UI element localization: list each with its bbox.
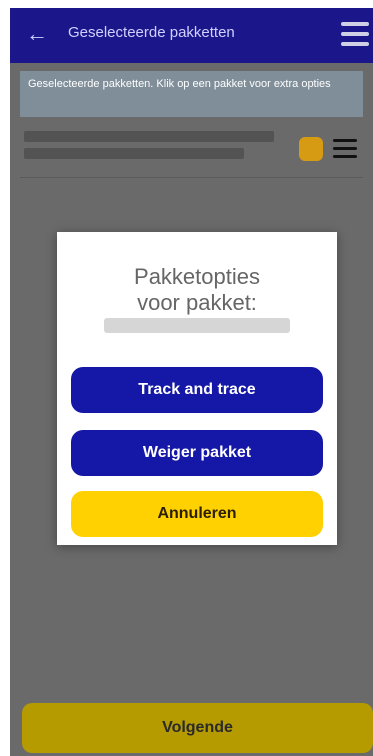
track-and-trace-button[interactable]: Track and trace [71, 367, 323, 413]
dialog-title: Pakketopties voor pakket: [57, 264, 337, 316]
dialog-title-line2: voor pakket: [137, 290, 257, 315]
package-options-dialog: Pakketopties voor pakket: Track and trac… [57, 232, 337, 545]
dialog-title-line1: Pakketopties [134, 264, 260, 289]
modal-overlay: Pakketopties voor pakket: Track and trac… [0, 0, 373, 756]
cancel-button[interactable]: Annuleren [71, 491, 323, 537]
refuse-package-button[interactable]: Weiger pakket [71, 430, 323, 476]
package-id-redacted [104, 318, 290, 333]
